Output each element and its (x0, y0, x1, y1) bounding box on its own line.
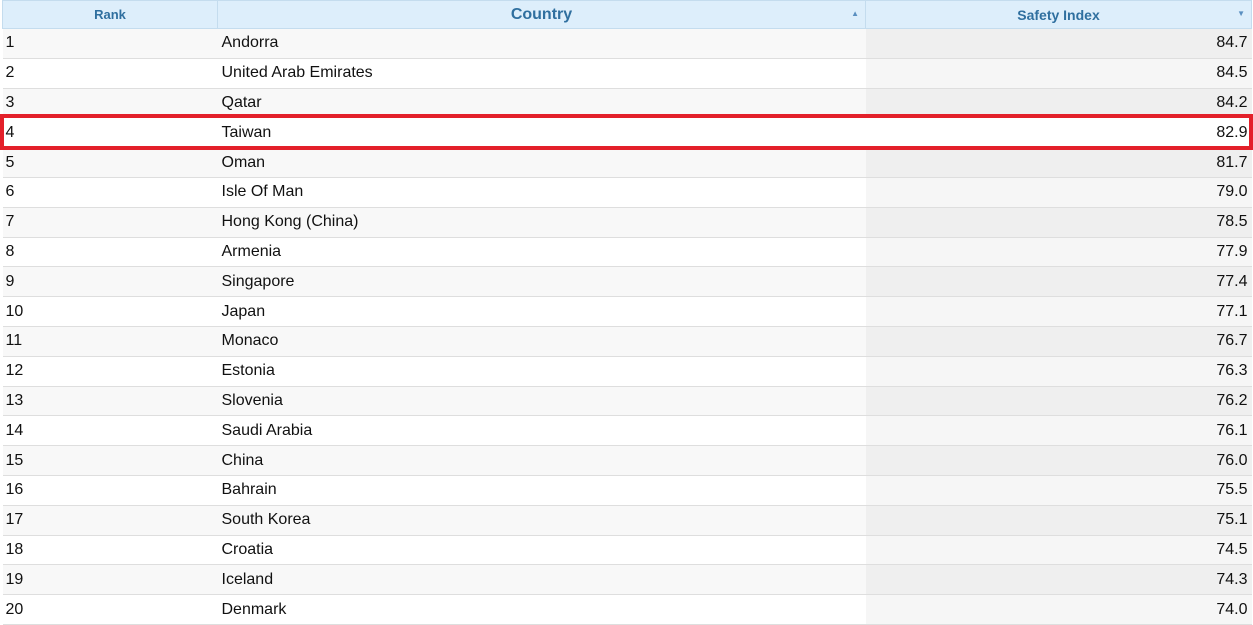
rank-cell: 2 (2, 58, 218, 89)
country-cell: United Arab Emirates (217, 58, 866, 89)
country-cell: Bahrain (217, 475, 866, 506)
safety-index-cell: 75.1 (865, 505, 1252, 536)
table-row[interactable]: 17 South Korea 75.1 (2, 505, 1252, 536)
rank-cell: 18 (2, 535, 218, 566)
table-body: 1 Andorra 84.7 2 United Arab Emirates 84.5 3 Qa… (2, 28, 1252, 625)
rank-cell: 20 (2, 594, 218, 625)
table-row[interactable]: 5 Oman 81.7 (2, 147, 1252, 178)
rank-cell: 5 (2, 147, 218, 178)
country-cell: Estonia (217, 356, 866, 387)
column-header-label: Country (510, 5, 573, 23)
safety-index-cell: 76.7 (865, 326, 1252, 357)
safety-index-cell: 76.1 (865, 415, 1252, 447)
safety-index-cell: 77.4 (865, 266, 1252, 298)
rank-cell: 14 (2, 415, 218, 447)
rank-cell: 8 (2, 237, 218, 268)
header-row: Rank Country ▲ Safety Index ▼ (2, 0, 1252, 29)
table-header: Rank Country ▲ Safety Index ▼ (2, 0, 1252, 29)
rank-cell: 15 (2, 445, 218, 476)
rank-cell: 16 (2, 475, 218, 506)
safety-index-cell: 84.2 (865, 88, 1252, 119)
country-cell: Hong Kong (China) (217, 207, 866, 238)
column-header-rank[interactable]: Rank (2, 0, 218, 29)
safety-index-cell: 79.0 (865, 177, 1252, 208)
safety-index-cell: 81.7 (865, 147, 1252, 178)
table-row[interactable]: 6 Isle Of Man 79.0 (2, 177, 1252, 208)
column-header-safety-index[interactable]: Safety Index ▼ (865, 0, 1252, 29)
rank-cell: 4 (2, 117, 218, 149)
country-cell: Andorra (217, 28, 866, 59)
country-cell: Croatia (217, 535, 866, 566)
rank-cell: 6 (2, 177, 218, 208)
rank-cell: 9 (2, 266, 218, 298)
country-cell: Taiwan (217, 117, 866, 149)
table-row[interactable]: 18 Croatia 74.5 (2, 535, 1252, 566)
column-header-label: Rank (94, 7, 126, 22)
rank-cell: 12 (2, 356, 218, 387)
safety-index-table: Rank Country ▲ Safety Index ▼ 1 Andorra 84… (2, 0, 1252, 625)
table-row[interactable]: 9 Singapore 77.4 (2, 266, 1252, 298)
table-row[interactable]: 20 Denmark 74.0 (2, 594, 1252, 625)
country-cell: Iceland (217, 564, 866, 596)
column-header-country[interactable]: Country ▲ (217, 0, 866, 29)
country-cell: Monaco (217, 326, 866, 357)
table-row[interactable]: 8 Armenia 77.9 (2, 237, 1252, 268)
rank-cell: 11 (2, 326, 218, 357)
country-cell: South Korea (217, 505, 866, 536)
safety-index-cell: 84.7 (865, 28, 1252, 59)
safety-index-cell: 84.5 (865, 58, 1252, 89)
safety-index-cell: 74.3 (865, 564, 1252, 596)
safety-index-cell: 74.0 (865, 594, 1252, 625)
country-cell: Oman (217, 147, 866, 178)
country-cell: Qatar (217, 88, 866, 119)
sort-descending-icon[interactable]: ▼ (1237, 10, 1245, 18)
rank-cell: 1 (2, 28, 218, 59)
table-row[interactable]: 3 Qatar 84.2 (2, 88, 1252, 119)
rank-cell: 17 (2, 505, 218, 536)
safety-index-cell: 75.5 (865, 475, 1252, 506)
rank-cell: 19 (2, 564, 218, 596)
rank-cell: 3 (2, 88, 218, 119)
table-row[interactable]: 1 Andorra 84.7 (2, 28, 1252, 59)
sort-ascending-icon[interactable]: ▲ (851, 10, 859, 18)
rank-cell: 7 (2, 207, 218, 238)
safety-index-cell: 82.9 (865, 117, 1252, 149)
table-row[interactable]: 7 Hong Kong (China) 78.5 (2, 207, 1252, 238)
country-cell: Singapore (217, 266, 866, 298)
country-cell: Saudi Arabia (217, 415, 866, 447)
table-row[interactable]: 11 Monaco 76.7 (2, 326, 1252, 357)
country-cell: Armenia (217, 237, 866, 268)
table-row[interactable]: 10 Japan 77.1 (2, 296, 1252, 327)
country-cell: Slovenia (217, 386, 866, 417)
safety-index-cell: 77.9 (865, 237, 1252, 268)
table-row[interactable]: 19 Iceland 74.3 (2, 564, 1252, 596)
safety-index-cell: 76.3 (865, 356, 1252, 387)
table-row[interactable]: 13 Slovenia 76.2 (2, 386, 1252, 417)
table-row[interactable]: 4 Taiwan 82.9 (2, 117, 1252, 149)
country-cell: Denmark (217, 594, 866, 625)
table-row[interactable]: 2 United Arab Emirates 84.5 (2, 58, 1252, 89)
safety-index-cell: 76.2 (865, 386, 1252, 417)
safety-index-cell: 77.1 (865, 296, 1252, 327)
country-cell: Japan (217, 296, 866, 327)
safety-index-cell: 78.5 (865, 207, 1252, 238)
column-header-label: Safety Index (1017, 6, 1100, 23)
table-row[interactable]: 14 Saudi Arabia 76.1 (2, 415, 1252, 447)
country-cell: Isle Of Man (217, 177, 866, 208)
rank-cell: 10 (2, 296, 218, 327)
country-cell: China (217, 445, 866, 476)
table-row[interactable]: 12 Estonia 76.3 (2, 356, 1252, 387)
safety-index-cell: 74.5 (865, 535, 1252, 566)
table-row[interactable]: 15 China 76.0 (2, 445, 1252, 476)
safety-index-cell: 76.0 (865, 445, 1252, 476)
table-row[interactable]: 16 Bahrain 75.5 (2, 475, 1252, 506)
rank-cell: 13 (2, 386, 218, 417)
